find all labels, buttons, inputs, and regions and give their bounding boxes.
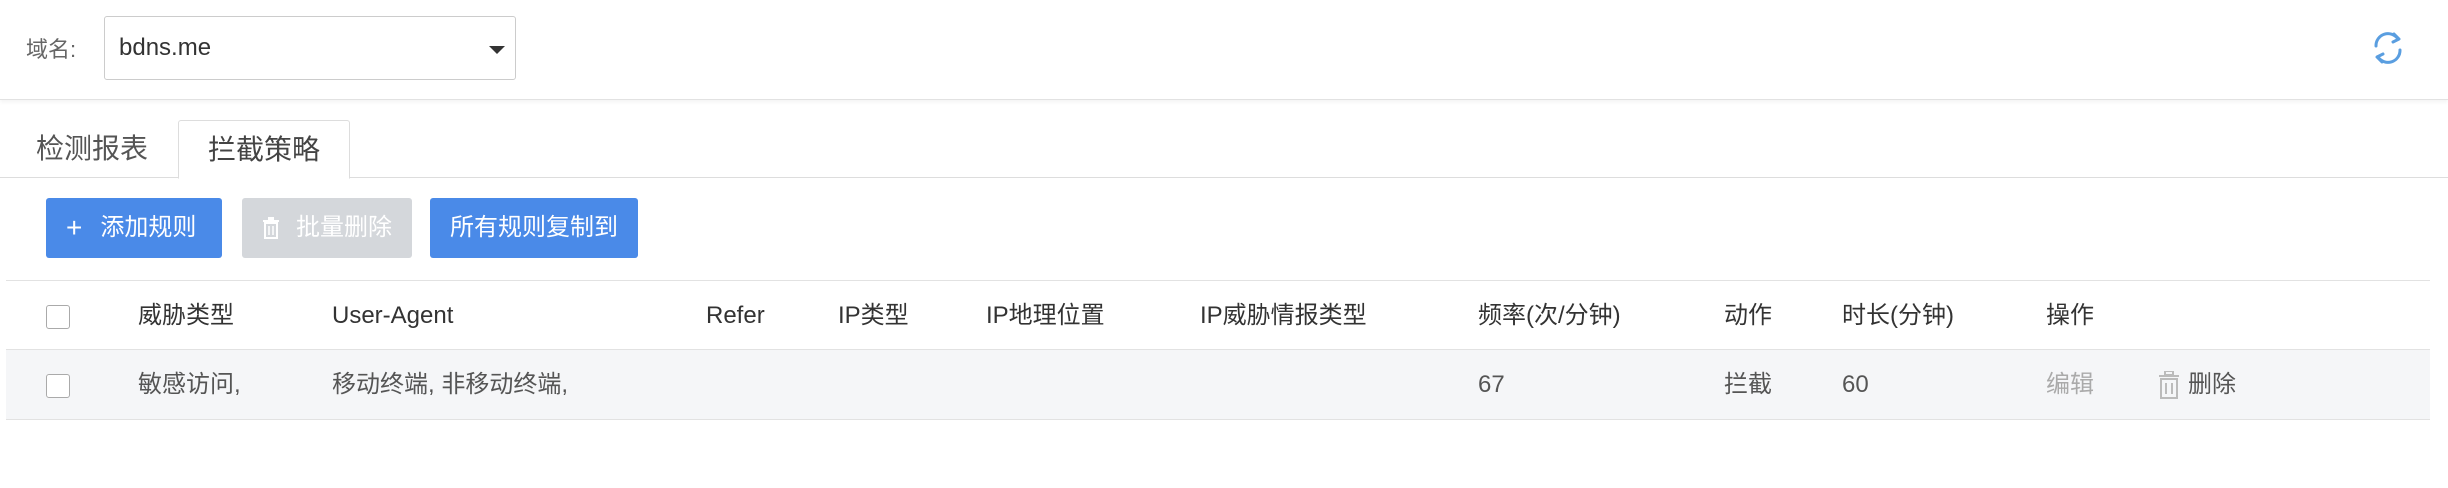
batch-delete-button[interactable]: 批量删除 bbox=[242, 198, 412, 258]
domain-select[interactable]: bdns.me bbox=[104, 16, 516, 80]
domain-label: 域名: bbox=[26, 37, 77, 62]
filter-bar: 域名: bdns.me bbox=[0, 0, 2448, 100]
cell-duration: 60 bbox=[1842, 371, 1869, 398]
table-row: 敏感访问, 移动终端, 非移动终端, 67 拦截 60 编辑 删除 bbox=[6, 350, 2430, 420]
tab-block-policy[interactable]: 拦截策略 bbox=[178, 120, 350, 179]
header-ip-type: IP类型 bbox=[838, 302, 909, 329]
batch-delete-label: 批量删除 bbox=[296, 214, 392, 241]
delete-label: 删除 bbox=[2188, 371, 2236, 398]
cell-user-agent: 移动终端, 非移动终端, bbox=[332, 371, 569, 398]
trash-icon bbox=[263, 217, 279, 239]
add-rule-label: 添加规则 bbox=[100, 214, 197, 241]
header-threat-type: 威胁类型 bbox=[138, 302, 234, 329]
cell-action: 拦截 bbox=[1724, 371, 1772, 398]
rules-table: 威胁类型 User-Agent Refer IP类型 IP地理位置 IP威胁情报… bbox=[6, 280, 2430, 420]
delete-link[interactable]: 删除 bbox=[2158, 350, 2236, 420]
select-all-checkbox[interactable] bbox=[46, 305, 70, 329]
copy-all-rules-button[interactable]: 所有规则复制到 bbox=[430, 198, 638, 258]
header-refer: Refer bbox=[706, 302, 765, 329]
edit-link[interactable]: 编辑 bbox=[2046, 350, 2094, 420]
header-duration: 时长(分钟) bbox=[1842, 302, 1954, 329]
header-user-agent: User-Agent bbox=[332, 302, 454, 329]
trash-icon bbox=[2159, 371, 2179, 399]
refresh-icon[interactable] bbox=[2368, 28, 2408, 68]
header-frequency: 频率(次/分钟) bbox=[1478, 302, 1621, 329]
chevron-down-icon bbox=[489, 46, 505, 54]
header-action: 动作 bbox=[1724, 302, 1772, 329]
plus-icon: + bbox=[66, 212, 83, 243]
tab-bar: 检测报表 拦截策略 bbox=[0, 120, 2448, 179]
header-ip-geo: IP地理位置 bbox=[986, 302, 1105, 329]
cell-threat-type: 敏感访问, bbox=[138, 371, 241, 398]
tab-detection-report[interactable]: 检测报表 bbox=[36, 120, 148, 178]
cell-frequency: 67 bbox=[1478, 371, 1505, 398]
header-operations: 操作 bbox=[2046, 302, 2094, 329]
domain-select-value: bdns.me bbox=[119, 34, 212, 61]
header-ip-intel: IP威胁情报类型 bbox=[1200, 302, 1367, 329]
table-header: 威胁类型 User-Agent Refer IP类型 IP地理位置 IP威胁情报… bbox=[6, 280, 2430, 350]
delete-link-inner: 删除 bbox=[2158, 350, 2236, 420]
row-checkbox[interactable] bbox=[46, 374, 70, 398]
add-rule-button[interactable]: + 添加规则 bbox=[46, 198, 222, 258]
